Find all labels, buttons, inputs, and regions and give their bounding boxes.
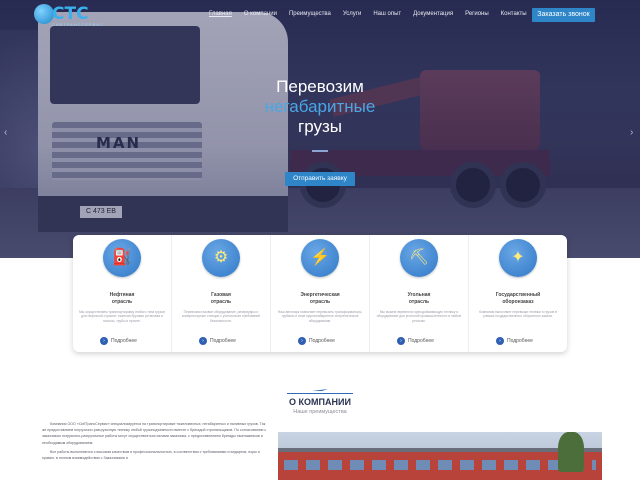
menu-item-regions[interactable]: Регионы — [459, 11, 495, 17]
section-divider — [287, 393, 353, 394]
about-section-title: О КОМПАНИИ — [289, 397, 351, 407]
send-request-button[interactable]: Отправить заявку — [285, 172, 355, 186]
industry-card-defense[interactable]: ✦ Государственный оборонзаказ Компания в… — [469, 235, 567, 352]
industry-subtitle: отрасль — [210, 299, 232, 305]
company-building-photo — [278, 432, 602, 480]
about-paragraph: Все работы выполняются с высоким качеств… — [42, 449, 260, 461]
industry-subtitle: отрасль — [111, 299, 133, 305]
gas-tank-icon: ⚙ — [202, 239, 240, 277]
logo-tagline: СИБТРАНССЕРВИС — [52, 22, 105, 27]
industry-title: Угольная — [407, 292, 431, 298]
industry-title: Государственный — [495, 292, 541, 298]
coal-cart-icon: ⛏ — [400, 239, 438, 277]
plane-icon — [312, 389, 328, 391]
menu-item-about[interactable]: О компании — [238, 11, 283, 17]
arrow-right-icon: › — [496, 337, 504, 345]
request-call-button[interactable]: Заказать звонок — [532, 8, 595, 22]
menu-item-contacts[interactable]: Контакты — [495, 11, 533, 17]
about-section-subtitle: Наше преимущества — [293, 409, 347, 415]
logo[interactable]: СТС СИБТРАНССЕРВИС — [34, 4, 104, 28]
arrow-right-icon: › — [298, 337, 306, 345]
menu-item-advantages[interactable]: Преимущества — [283, 11, 337, 17]
industry-description: Наш автопарк позволяет перевозить трансф… — [277, 310, 363, 323]
hero-title-line3: грузы — [298, 117, 342, 136]
industry-card-gas[interactable]: ⚙ Газовая отрасль Перевозим газовое обор… — [172, 235, 271, 352]
slider-prev-icon[interactable]: ‹ — [4, 127, 7, 138]
industries-panel: ⛽ Нефтяная отрасль Мы осуществляем транс… — [73, 235, 567, 352]
logo-brand: СТС — [52, 4, 89, 24]
industry-description: Компания выполняет перевозки техники и г… — [479, 310, 557, 319]
menu-item-services[interactable]: Услуги — [337, 11, 367, 17]
menu-item-documents[interactable]: Документация — [407, 11, 459, 17]
military-vehicle-icon: ✦ — [499, 239, 537, 277]
menu-item-experience[interactable]: Наш опыт — [367, 11, 407, 17]
arrow-right-icon: › — [199, 337, 207, 345]
industry-card-coal[interactable]: ⛏ Угольная отрасль Мы можем перевезти го… — [370, 235, 469, 352]
industry-card-energy[interactable]: ⚡ Энергетическая отрасль Наш автопарк по… — [271, 235, 370, 352]
industry-description: Мы осуществляем транспортировку любого т… — [79, 310, 165, 323]
industry-title: Нефтяная — [109, 292, 135, 298]
industry-title: Энергетическая — [300, 292, 340, 298]
main-menu: Главная О компании Преимущества Услуги Н… — [203, 11, 533, 17]
globe-icon — [34, 4, 54, 24]
oil-pump-icon: ⛽ — [103, 239, 141, 277]
more-link[interactable]: › Подробнее — [298, 337, 335, 345]
about-paragraph: Компания ООО «СибТрансСервис» специализи… — [42, 422, 267, 445]
industry-subtitle: отрасль — [309, 299, 331, 305]
hero-title-line1: Перевозим — [276, 77, 364, 96]
more-link[interactable]: › Подробнее — [100, 337, 137, 345]
industry-subtitle: оборонзаказ — [502, 299, 534, 305]
more-link[interactable]: › Подробнее — [397, 337, 434, 345]
industry-title: Газовая — [211, 292, 231, 298]
industry-description: Мы можем перевезти горнодобывающую техни… — [376, 310, 462, 323]
arrow-right-icon: › — [100, 337, 108, 345]
arrow-right-icon: › — [397, 337, 405, 345]
power-tower-icon: ⚡ — [301, 239, 339, 277]
hero-title-line2: негабаритные — [264, 97, 376, 116]
top-navigation: СТС СИБТРАНССЕРВИС Главная О компании Пр… — [0, 0, 640, 30]
more-link[interactable]: › Подробнее — [496, 337, 533, 345]
hero-divider — [312, 150, 328, 152]
industry-subtitle: отрасль — [408, 299, 430, 305]
industry-description: Перевозим газовое оборудование, резервуа… — [182, 310, 260, 323]
about-text: Компания ООО «СибТрансСервис» специализи… — [42, 421, 270, 464]
industry-card-oil[interactable]: ⛽ Нефтяная отрасль Мы осуществляем транс… — [73, 235, 172, 352]
slider-next-icon[interactable]: › — [630, 127, 633, 138]
more-link[interactable]: › Подробнее — [199, 337, 236, 345]
menu-item-home[interactable]: Главная — [203, 11, 238, 17]
